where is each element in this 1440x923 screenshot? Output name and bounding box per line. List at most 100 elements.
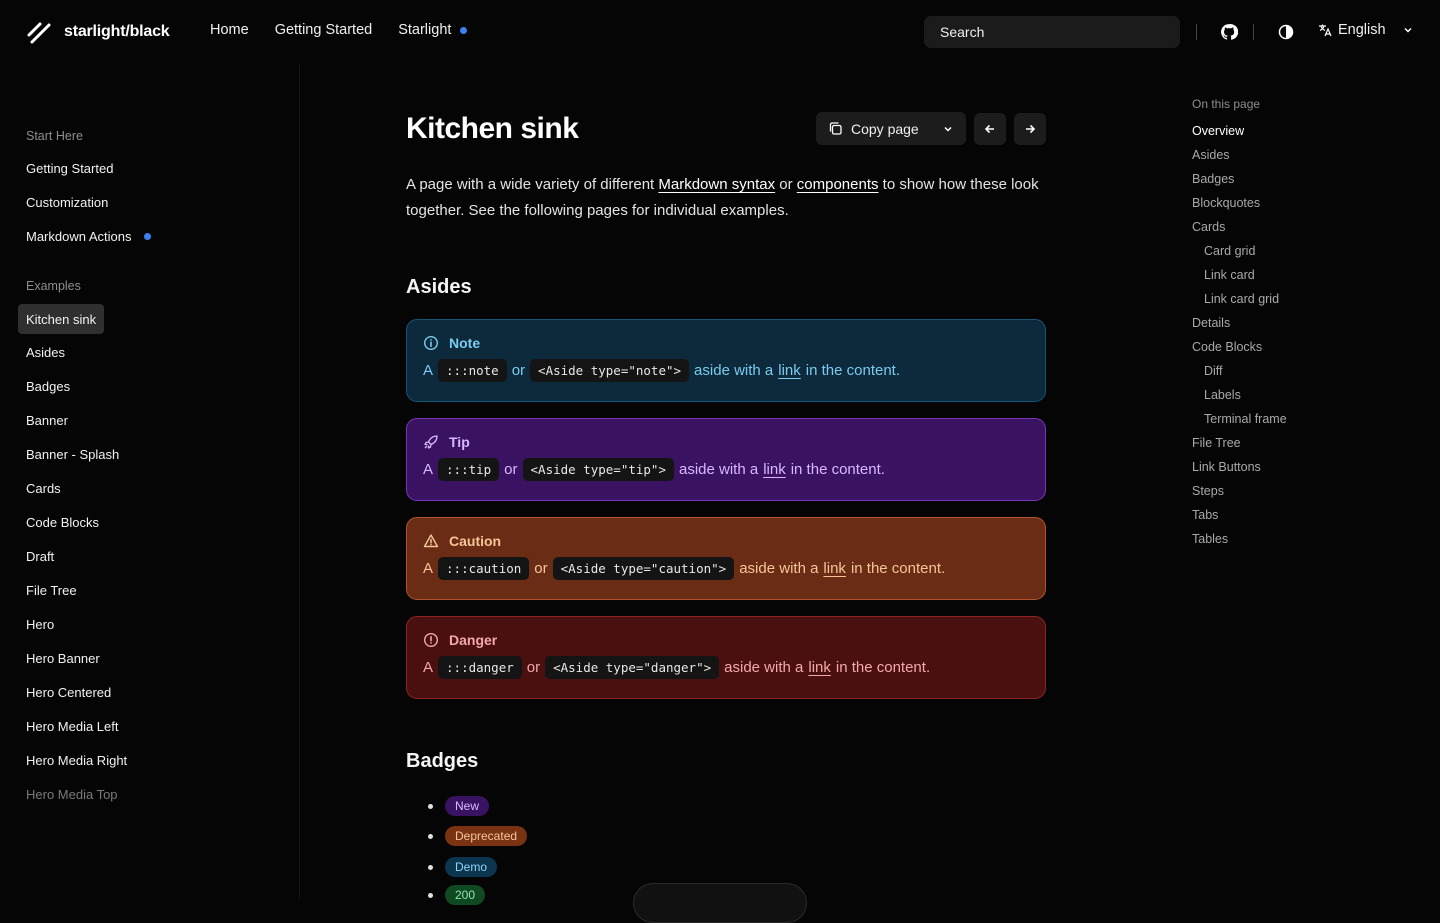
- toc-item[interactable]: Link card grid: [1204, 292, 1279, 306]
- toc-item[interactable]: Overview: [1192, 124, 1244, 138]
- toc-item[interactable]: Labels: [1204, 388, 1241, 402]
- sidebar-item-hero[interactable]: Hero: [18, 609, 62, 639]
- toc-item[interactable]: Card grid: [1204, 244, 1255, 258]
- header-divider: [1253, 24, 1254, 40]
- sidebar-item-getting-started[interactable]: Getting Started: [18, 153, 121, 183]
- toc-item[interactable]: Details: [1192, 316, 1230, 330]
- nav-starlight[interactable]: Starlight: [398, 22, 468, 38]
- aside-link[interactable]: link: [808, 659, 831, 676]
- page-intro: A page with a wide variety of different …: [406, 172, 1051, 224]
- copy-icon: [829, 122, 842, 135]
- toc-item[interactable]: Blockquotes: [1192, 196, 1260, 210]
- sidebar-item-hero-centered[interactable]: Hero Centered: [18, 677, 119, 707]
- sidebar-item-label: Banner - Splash: [26, 446, 120, 462]
- github-icon[interactable]: [1219, 22, 1239, 42]
- aside-link[interactable]: link: [778, 362, 801, 379]
- aside-text: A: [423, 362, 434, 379]
- copy-page-button[interactable]: Copy page: [816, 112, 966, 145]
- site-logo[interactable]: starlight/black: [26, 19, 170, 45]
- search-button[interactable]: Search: [924, 16, 1180, 48]
- sidebar-item-customization[interactable]: Customization: [18, 187, 116, 217]
- sidebar-item-badges[interactable]: Badges: [18, 371, 78, 401]
- sidebar-group-title: Examples: [26, 279, 81, 293]
- aside-text: in the content.: [850, 560, 946, 577]
- next-page-button[interactable]: [1014, 113, 1046, 145]
- aside-tip: Tip A :::tip or <Aside type="tip"> aside…: [406, 418, 1046, 501]
- aside-text: aside with a: [678, 461, 759, 478]
- list-item: 200: [428, 885, 486, 905]
- sidebar-item-hero-banner[interactable]: Hero Banner: [18, 643, 108, 673]
- toc-item[interactable]: Terminal frame: [1204, 412, 1287, 426]
- sidebar-item-label: File Tree: [26, 582, 77, 598]
- toc-item[interactable]: Asides: [1192, 148, 1230, 162]
- aside-text: A: [423, 560, 434, 577]
- badge-deprecated: Deprecated: [445, 826, 528, 846]
- chevron-down-icon: [1404, 27, 1412, 33]
- toc-item[interactable]: File Tree: [1192, 436, 1241, 450]
- aside-text: A: [423, 659, 434, 676]
- sidebar-item-label: Draft: [26, 548, 55, 564]
- inline-code: :::note: [438, 359, 507, 382]
- toc-item[interactable]: Link card: [1204, 268, 1255, 282]
- sidebar-item-label: Hero Media Left: [26, 718, 119, 734]
- toc-item[interactable]: Steps: [1192, 484, 1224, 498]
- new-indicator-dot: [143, 232, 151, 240]
- toc-item[interactable]: Badges: [1192, 172, 1234, 186]
- site-name: starlight/black: [64, 23, 170, 40]
- toc-item[interactable]: Diff: [1204, 364, 1223, 378]
- sidebar-item-label: Hero: [26, 616, 55, 632]
- nav-getting-started[interactable]: Getting Started: [275, 22, 373, 38]
- aside-title: Caution: [449, 533, 502, 549]
- sidebar-item-markdown-actions[interactable]: Markdown Actions: [18, 221, 159, 251]
- markdown-syntax-link[interactable]: Markdown syntax: [658, 176, 775, 193]
- list-item: Demo: [428, 857, 498, 877]
- theme-toggle-icon[interactable]: [1276, 22, 1296, 42]
- toc-item[interactable]: Cards: [1192, 220, 1225, 234]
- page-title: Kitchen sink: [406, 112, 579, 145]
- components-link[interactable]: components: [797, 176, 879, 193]
- inline-code: <Aside type="danger">: [545, 656, 720, 679]
- warning-triangle-icon: [423, 534, 439, 548]
- aside-title: Note: [449, 335, 481, 351]
- sidebar-item-hero-media-left[interactable]: Hero Media Left: [18, 711, 127, 741]
- aside-link[interactable]: link: [763, 461, 786, 478]
- copy-page-label: Copy page: [851, 120, 919, 137]
- chevron-down-icon[interactable]: [942, 123, 954, 135]
- aside-text: or: [526, 659, 541, 676]
- sidebar-item-hero-media-top[interactable]: Hero Media Top: [18, 779, 126, 809]
- sidebar-item-draft[interactable]: Draft: [18, 541, 62, 571]
- aside-danger: Danger A :::danger or <Aside type="dange…: [406, 616, 1046, 699]
- sidebar-item-cards[interactable]: Cards: [18, 473, 69, 503]
- previous-page-button[interactable]: [974, 113, 1006, 145]
- aside-text: A: [423, 461, 434, 478]
- sidebar-item-label: Badges: [26, 378, 71, 394]
- sidebar-item-label: Banner: [26, 412, 68, 428]
- sidebar-item-file-tree[interactable]: File Tree: [18, 575, 85, 605]
- inline-code: :::tip: [438, 458, 500, 481]
- toc-item[interactable]: Tables: [1192, 532, 1228, 546]
- translate-icon: [1319, 24, 1332, 37]
- aside-text: in the content.: [835, 659, 931, 676]
- sidebar-item-kitchen-sink[interactable]: Kitchen sink: [18, 304, 105, 334]
- nav-home[interactable]: Home: [210, 22, 249, 38]
- aside-title: Danger: [449, 632, 498, 648]
- sidebar-item-code-blocks[interactable]: Code Blocks: [18, 507, 107, 537]
- aside-caution: Caution A :::caution or <Aside type="cau…: [406, 517, 1046, 600]
- nav-starlight-label: Starlight: [398, 22, 452, 38]
- language-select[interactable]: English: [1318, 22, 1414, 38]
- list-bullet: [428, 833, 433, 839]
- language-label: English: [1338, 22, 1386, 38]
- sidebar-item-banner-splash[interactable]: Banner - Splash: [18, 439, 127, 469]
- arrow-left-icon: [984, 124, 994, 134]
- toc-item[interactable]: Tabs: [1192, 508, 1218, 522]
- sidebar-item-hero-media-right[interactable]: Hero Media Right: [18, 745, 135, 775]
- aside-link[interactable]: link: [823, 560, 846, 577]
- sidebar-item-banner[interactable]: Banner: [18, 405, 76, 435]
- floating-toolbar[interactable]: [633, 883, 807, 923]
- list-bullet: [428, 864, 433, 870]
- toc-item[interactable]: Link Buttons: [1192, 460, 1261, 474]
- sidebar-item-asides[interactable]: Asides: [18, 337, 73, 367]
- asides-heading: Asides: [406, 276, 472, 298]
- badges-heading: Badges: [406, 750, 479, 772]
- toc-item[interactable]: Code Blocks: [1192, 340, 1262, 354]
